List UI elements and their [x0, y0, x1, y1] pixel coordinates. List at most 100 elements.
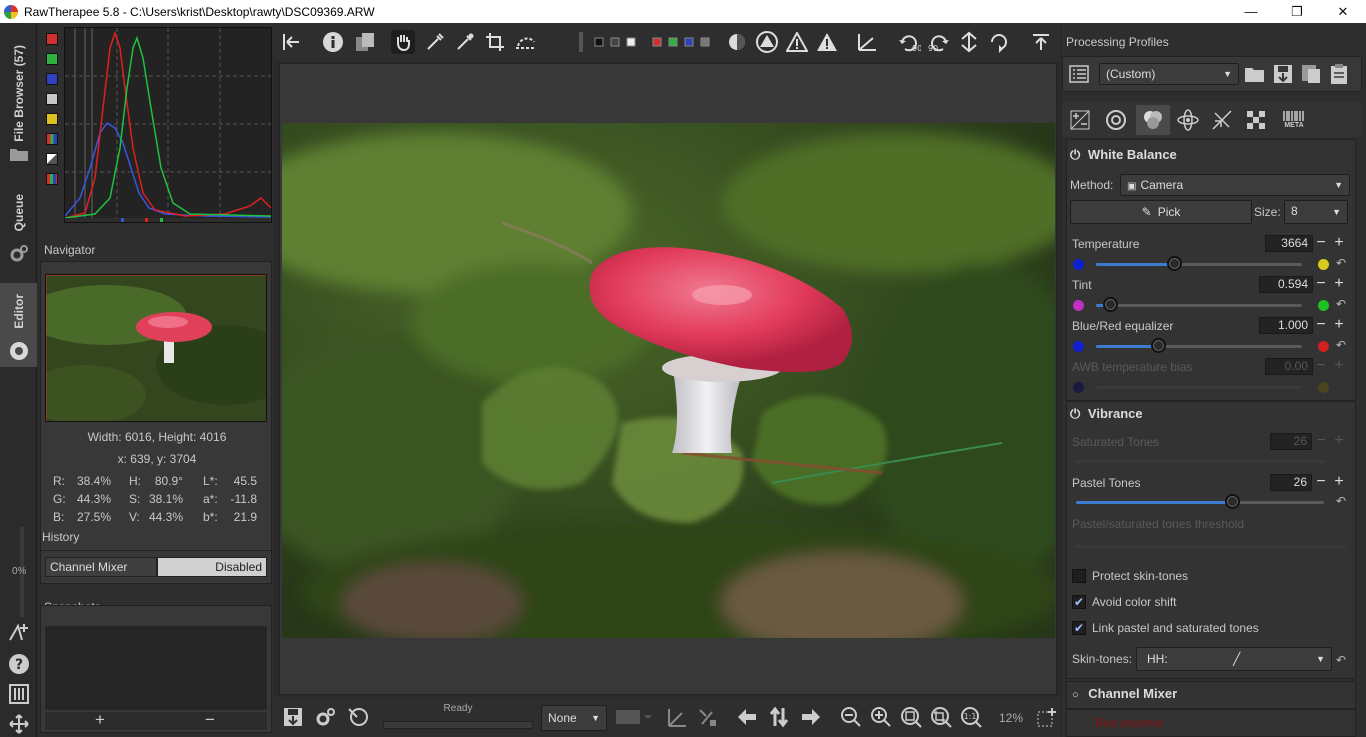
- snapshots-list[interactable]: [45, 626, 267, 710]
- close-button[interactable]: ✕: [1320, 0, 1366, 23]
- snapshot-add-button[interactable]: +: [95, 710, 105, 730]
- copy-profile-icon[interactable]: [1299, 62, 1323, 86]
- preferences-icon[interactable]: [0, 681, 37, 707]
- exposure-tab-icon[interactable]: [1068, 108, 1092, 132]
- histogram-luminance-toggle[interactable]: [46, 93, 58, 105]
- white-balance-picker-icon[interactable]: [423, 30, 447, 54]
- pastel-tones-increment[interactable]: +: [1332, 474, 1346, 490]
- zoom-100-icon[interactable]: 1:1: [959, 705, 983, 729]
- profile-select[interactable]: (Custom) ▼: [1099, 63, 1239, 85]
- preview-black-icon[interactable]: [593, 30, 605, 54]
- detail-tab-icon[interactable]: [1104, 108, 1128, 132]
- flip-horizontal-icon[interactable]: [987, 30, 1011, 54]
- tab-editor[interactable]: Editor: [0, 283, 37, 367]
- vibrance-header[interactable]: ⏻ Vibrance: [1070, 406, 1143, 422]
- shadow-warning-icon[interactable]: [815, 30, 839, 54]
- histogram-green-toggle[interactable]: [46, 53, 58, 65]
- history-item-value[interactable]: Disabled: [157, 557, 267, 577]
- wb-pick-button[interactable]: ✎ Pick: [1070, 200, 1252, 224]
- tint-track[interactable]: [1096, 304, 1302, 307]
- white-balance-header[interactable]: ⏻ White Balance: [1070, 147, 1177, 163]
- rotate-left-icon[interactable]: 90: [897, 30, 921, 54]
- load-profile-icon[interactable]: [1243, 62, 1267, 86]
- temperature-reset-icon[interactable]: ↶: [1336, 256, 1346, 270]
- new-detail-window-icon[interactable]: [1035, 705, 1059, 729]
- zoom-fit-icon[interactable]: [899, 705, 923, 729]
- pastel-tones-knob[interactable]: [1225, 494, 1240, 509]
- save-image-icon[interactable]: [281, 705, 305, 729]
- snapshot-remove-button[interactable]: −: [205, 710, 215, 730]
- avoid-color-shift-checkbox[interactable]: ✔: [1072, 595, 1086, 609]
- wb-size-select[interactable]: 8 ▼: [1284, 200, 1348, 224]
- help-icon[interactable]: ?: [0, 651, 37, 677]
- bluered-reset-icon[interactable]: ↶: [1336, 338, 1346, 352]
- navigator-preview[interactable]: [45, 274, 267, 422]
- highlight-warning-icon[interactable]: [785, 30, 809, 54]
- histogram-raw-toggle[interactable]: [46, 133, 58, 145]
- image-canvas[interactable]: [279, 63, 1057, 695]
- queue-gears-icon[interactable]: [313, 705, 337, 729]
- photo-preview[interactable]: [282, 123, 1055, 638]
- temperature-decrement[interactable]: −: [1314, 235, 1328, 251]
- zoom-in-icon[interactable]: [869, 705, 893, 729]
- fullscreen-icon[interactable]: [0, 711, 37, 737]
- metadata-tab-icon[interactable]: META: [1282, 108, 1306, 132]
- preview-green-icon[interactable]: [667, 30, 679, 54]
- bluered-knob[interactable]: [1151, 338, 1166, 353]
- skin-tones-curve-select[interactable]: HH: ╱ ▼: [1136, 647, 1332, 671]
- zoom-fit-crop-icon[interactable]: [929, 705, 953, 729]
- maximize-button[interactable]: ❐: [1274, 0, 1320, 23]
- tint-decrement[interactable]: −: [1314, 276, 1328, 292]
- before-after-icon[interactable]: [353, 30, 377, 54]
- bluered-decrement[interactable]: −: [1314, 317, 1328, 333]
- shadow-clip-icon[interactable]: [755, 30, 779, 54]
- soft-proof-icon[interactable]: [665, 705, 689, 729]
- color-picker-icon[interactable]: [453, 30, 477, 54]
- info-icon[interactable]: [321, 30, 345, 54]
- advanced-tab-icon[interactable]: [1176, 108, 1200, 132]
- histogram-blue-toggle[interactable]: [46, 73, 58, 85]
- hide-left-panel-icon[interactable]: [279, 30, 303, 54]
- tint-increment[interactable]: +: [1332, 276, 1346, 292]
- preview-red-icon[interactable]: [651, 30, 663, 54]
- histogram-mode-toggle[interactable]: [46, 173, 58, 185]
- straighten-icon[interactable]: [513, 30, 537, 54]
- history-item-name[interactable]: Channel Mixer: [45, 557, 157, 577]
- gamut-check-icon[interactable]: [695, 705, 719, 729]
- previous-image-icon[interactable]: [735, 705, 759, 729]
- tint-reset-icon[interactable]: ↶: [1336, 297, 1346, 311]
- channel-mixer-header[interactable]: ○ Channel Mixer: [1072, 686, 1177, 701]
- output-profile-select[interactable]: None ▼: [541, 705, 607, 731]
- gears-icon[interactable]: [0, 241, 37, 267]
- temperature-value[interactable]: 3664: [1265, 235, 1313, 252]
- white-balance-power-icon[interactable]: ⏻: [1070, 147, 1080, 162]
- pastel-tones-value[interactable]: 26: [1270, 474, 1312, 491]
- hand-tool-icon[interactable]: [391, 30, 415, 54]
- save-profile-icon[interactable]: [1271, 62, 1295, 86]
- temperature-knob[interactable]: [1167, 256, 1182, 271]
- tint-knob[interactable]: [1103, 297, 1118, 312]
- preview-white-icon[interactable]: [625, 30, 637, 54]
- hide-top-panel-icon[interactable]: [1029, 30, 1053, 54]
- link-tones-checkbox[interactable]: ✔: [1072, 621, 1086, 635]
- bluered-increment[interactable]: +: [1332, 317, 1346, 333]
- crop-icon[interactable]: [483, 30, 507, 54]
- tint-value[interactable]: 0.594: [1259, 276, 1313, 293]
- protect-skin-checkbox[interactable]: [1072, 569, 1086, 583]
- rotate-right-icon[interactable]: 90: [927, 30, 951, 54]
- skin-tones-reset-icon[interactable]: ↶: [1336, 653, 1346, 667]
- preview-dark-gray-icon[interactable]: [609, 30, 621, 54]
- flip-vertical-icon[interactable]: [957, 30, 981, 54]
- bluered-value[interactable]: 1.000: [1259, 317, 1313, 334]
- profile-list-icon[interactable]: [1067, 62, 1091, 86]
- temperature-increment[interactable]: +: [1332, 235, 1346, 251]
- tab-queue[interactable]: Queue: [0, 183, 37, 243]
- perspective-icon[interactable]: [855, 30, 879, 54]
- zoom-out-icon[interactable]: [839, 705, 863, 729]
- raw-tab-icon[interactable]: [1244, 108, 1268, 132]
- minimize-button[interactable]: —: [1228, 0, 1274, 23]
- channel-mixer-power-icon[interactable]: ○: [1072, 689, 1079, 701]
- sync-selection-icon[interactable]: [767, 705, 791, 729]
- wb-method-select[interactable]: ▣ Camera ▼: [1120, 174, 1350, 196]
- add-tool-icon[interactable]: [0, 619, 37, 645]
